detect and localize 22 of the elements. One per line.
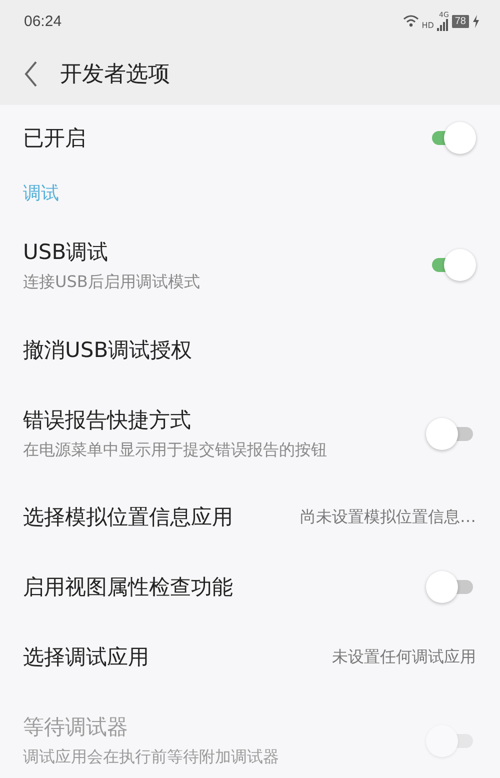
setting-label: USB调试 [23,238,110,266]
signal-icon [436,18,449,30]
battery-level: 78 [452,14,469,28]
setting-value: 尚未设置模拟位置信息… [300,506,476,528]
section-header: 调试 [22,182,59,206]
clock-time: 06:24 [24,12,62,30]
page-title: 开发者选项 [60,60,170,88]
wifi-icon [402,15,419,27]
setting-description: 连接USB后启用调试模式 [23,272,200,292]
setting-label: 选择调试应用 [23,644,149,671]
network-label: HD [422,20,434,30]
setting-description: 调试应用会在执行前等待附加调试器 [23,747,279,768]
setting-description: 在电源菜单中显示用于提交错误报告的按钮 [23,440,327,461]
setting-label: 启用视图属性检查功能 [23,574,233,601]
setting-label: 已开启 [23,124,86,152]
back-button[interactable] [24,60,38,86]
setting-label: 等待调试器 [23,714,129,741]
setting-label: 错误报告快捷方式 [23,407,192,434]
setting-label: 选择模拟位置信息应用 [23,504,233,531]
charging-icon [472,14,480,28]
setting-label: 撤消USB调试授权 [23,337,192,364]
setting-value: 未设置任何调试应用 [332,646,476,668]
